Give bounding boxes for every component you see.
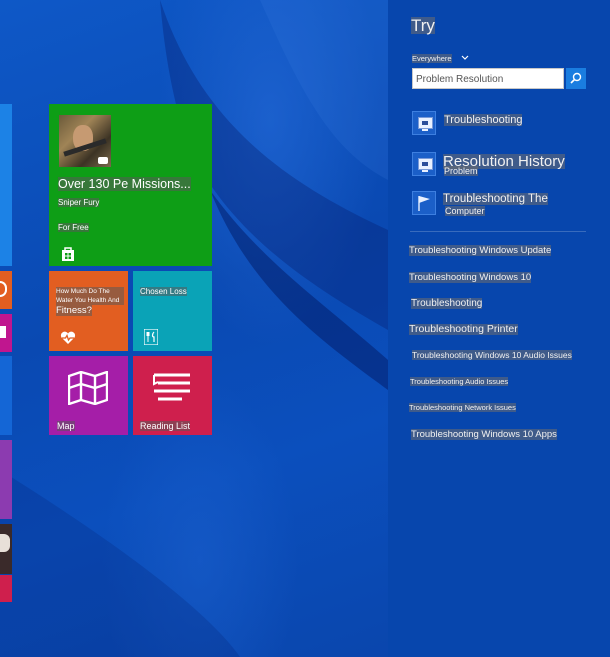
edge-tile-magenta[interactable]: [0, 314, 12, 352]
store-bag-icon: [62, 247, 74, 261]
result-item[interactable]: Resolution History Problem: [412, 151, 588, 179]
game-price: For Free: [58, 223, 89, 232]
game-name: Sniper Fury: [58, 198, 100, 207]
edge-tile-blue-2[interactable]: [0, 356, 12, 435]
result-subtitle: Computer: [445, 206, 485, 216]
suggestion-item[interactable]: Troubleshooting Windows 10: [409, 272, 532, 283]
store-tile[interactable]: Over 130 Pe Missions... Sniper Fury For …: [49, 104, 212, 266]
reading-label: Reading List: [140, 421, 191, 431]
suggestion-item[interactable]: Troubleshooting Windows Update: [409, 245, 552, 256]
reading-list-icon: [153, 373, 190, 401]
search-pane-title: Try: [411, 16, 435, 35]
store-headline: Over 130 Pe Missions...: [58, 177, 191, 191]
suggestion-item[interactable]: Troubleshooting Windows 10 Apps: [411, 429, 557, 440]
result-subtitle: Problem: [444, 166, 478, 176]
scope-dropdown[interactable]: Everywhere: [412, 48, 469, 66]
heart-pulse-icon: [60, 331, 76, 344]
search-button[interactable]: [566, 68, 586, 89]
troubleshooting-control-panel-icon: [412, 111, 436, 135]
suggestion-item[interactable]: Troubleshooting Audio Issues: [410, 377, 509, 386]
map-icon: [68, 371, 108, 405]
health-fitness-tile[interactable]: How Much Do The Water You Health And Fit…: [49, 271, 128, 351]
scope-label: Everywhere: [412, 54, 452, 63]
problem-history-icon: [412, 152, 436, 176]
edge-tile-icon: [0, 326, 6, 338]
result-item[interactable]: Troubleshooting: [412, 111, 588, 139]
suggestion-item[interactable]: Troubleshooting Printer: [409, 324, 518, 335]
suggestion-item[interactable]: Troubleshooting Windows 10 Audio Issues: [412, 350, 572, 360]
flag-troubleshoot-icon: [412, 191, 436, 215]
result-title: Troubleshooting The: [443, 193, 548, 205]
suggestion-item[interactable]: Troubleshooting Network Issues: [409, 403, 516, 412]
search-pane: Try Everywhere Troubleshooting Resolutio…: [388, 0, 610, 657]
edge-tile-photo[interactable]: [0, 524, 12, 574]
results-divider: [410, 231, 586, 232]
edge-tile-purple[interactable]: [0, 440, 12, 519]
edge-tile-blue[interactable]: [0, 104, 12, 266]
food-drink-tile[interactable]: Chosen Loss: [133, 271, 212, 351]
search-icon: [570, 72, 582, 84]
suggestion-item[interactable]: Troubleshooting: [411, 298, 483, 309]
edge-tile-red[interactable]: [0, 575, 12, 602]
fork-knife-icon: [144, 329, 158, 345]
result-item[interactable]: Troubleshooting The Computer: [412, 190, 588, 218]
health-headline: How Much Do The Water You Health And: [56, 287, 124, 305]
result-title: Troubleshooting: [444, 114, 523, 126]
search-input[interactable]: [416, 71, 562, 87]
edge-tile-icon: [0, 281, 7, 297]
food-label: Chosen Loss: [140, 287, 187, 296]
maps-tile[interactable]: Map: [49, 356, 128, 435]
health-label: Fitness?: [56, 305, 92, 316]
game-thumbnail: [59, 115, 111, 167]
search-box[interactable]: [412, 68, 564, 89]
chevron-down-icon: [461, 55, 469, 60]
edge-tile-orange[interactable]: [0, 271, 12, 309]
reading-list-tile[interactable]: Reading List: [133, 356, 212, 435]
maps-label: Map: [57, 421, 75, 431]
start-screen: Over 130 Pe Missions... Sniper Fury For …: [0, 0, 388, 657]
